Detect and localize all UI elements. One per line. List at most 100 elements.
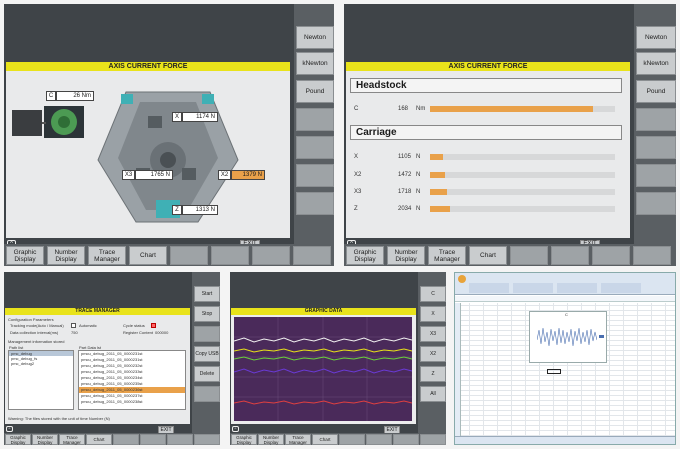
- axis-x2-unit: N: [416, 172, 421, 178]
- bottom-softkey[interactable]: [551, 246, 589, 265]
- selected-cell[interactable]: [547, 369, 561, 374]
- newton-button[interactable]: Newton: [296, 26, 334, 49]
- axis-x2-key: X2: [218, 170, 231, 180]
- path-list[interactable]: pmc_debug pmc_debug_fs pmc_debug2: [8, 350, 74, 410]
- bottom-softkey[interactable]: [167, 434, 193, 445]
- bottom-softkey[interactable]: [252, 246, 290, 265]
- force-trace-chart: [234, 317, 412, 421]
- axis-c-button[interactable]: C: [420, 286, 446, 302]
- axis-z-value: 1313 N: [182, 205, 218, 215]
- bottom-softkey[interactable]: [140, 434, 166, 445]
- list-item[interactable]: pmcu_debug_2011_05_0000238st: [79, 399, 185, 405]
- ribbon-group: [557, 283, 597, 293]
- number-display-button[interactable]: Number Display: [258, 434, 284, 445]
- list-item[interactable]: pmc_debug2: [9, 361, 73, 366]
- bottom-softkey[interactable]: [194, 434, 220, 445]
- side-softkey[interactable]: [636, 108, 676, 131]
- bottom-softkey[interactable]: [420, 434, 446, 445]
- axis-x2-button[interactable]: X2: [420, 346, 446, 362]
- axis-c-unit: Nm: [416, 106, 426, 112]
- side-softkey[interactable]: [636, 164, 676, 187]
- panel-number-display: AXIS CURRENT FORCE Headstock C 168 Nm Ca…: [344, 4, 676, 266]
- side-softkey[interactable]: [194, 326, 220, 342]
- knewton-button[interactable]: kNewton: [296, 52, 334, 75]
- bottom-softkey[interactable]: [339, 434, 365, 445]
- graphic-display-button[interactable]: Graphic Display: [231, 434, 257, 445]
- axis-z-unit: N: [416, 206, 421, 212]
- axis-z-bar-fill: [430, 206, 451, 212]
- number-display-button[interactable]: Number Display: [387, 246, 425, 265]
- axis-x2-value: 1472: [398, 172, 412, 178]
- number-display-button[interactable]: Number Display: [32, 434, 58, 445]
- home-icon[interactable]: ^: [6, 426, 13, 432]
- bottom-softkey[interactable]: [510, 246, 548, 265]
- axis-x-bar-fill: [430, 154, 443, 160]
- bottom-softkey[interactable]: [293, 246, 331, 265]
- register-content-value: 000000: [155, 330, 169, 335]
- axis-z-label: Z: [354, 206, 358, 212]
- graphic-display-button[interactable]: Graphic Display: [6, 246, 44, 265]
- pound-button[interactable]: Pound: [296, 80, 334, 103]
- graphic-display-button[interactable]: Graphic Display: [5, 434, 31, 445]
- trace-manager-button[interactable]: Trace Manager: [428, 246, 466, 265]
- screen-title: GRAPHIC DATA: [231, 308, 416, 315]
- bottom-softkey[interactable]: [633, 246, 671, 265]
- all-axes-button[interactable]: All: [420, 386, 446, 402]
- axis-x3-bar-fill: [430, 189, 447, 195]
- trace-manager-button[interactable]: Trace Manager: [285, 434, 311, 445]
- automatic-checkbox[interactable]: [71, 323, 76, 328]
- chart-button[interactable]: Chart: [129, 246, 167, 265]
- pound-button[interactable]: Pound: [636, 80, 676, 103]
- axis-x2-bar: [430, 172, 615, 178]
- embedded-chart-plot: [537, 327, 597, 347]
- side-softkey[interactable]: [296, 164, 334, 187]
- config-title: Configuration Parameters: [8, 317, 54, 322]
- axis-x3-value: 1765 N: [135, 170, 173, 180]
- home-icon[interactable]: ^: [232, 426, 239, 432]
- graphic-display-button[interactable]: Graphic Display: [346, 246, 384, 265]
- row-headers: [455, 303, 461, 436]
- axis-c-label: C: [354, 106, 359, 112]
- delete-button[interactable]: Delete: [194, 366, 220, 382]
- start-button[interactable]: Start: [194, 286, 220, 302]
- screen-title: AXIS CURRENT FORCE: [346, 62, 630, 71]
- knewton-button[interactable]: kNewton: [636, 52, 676, 75]
- chart-button[interactable]: Chart: [312, 434, 338, 445]
- bottom-softkey[interactable]: [592, 246, 630, 265]
- number-display-button[interactable]: Number Display: [47, 246, 85, 265]
- side-softkey[interactable]: [296, 108, 334, 131]
- axis-x3-unit: N: [416, 189, 421, 195]
- office-button-icon[interactable]: [458, 275, 466, 283]
- stop-button[interactable]: Stop: [194, 306, 220, 322]
- data-list[interactable]: pmcu_debug_2011_05_0000231st pmcu_debug_…: [78, 350, 186, 410]
- formula-bar[interactable]: [455, 296, 675, 302]
- axis-x2-value: 1379 N: [231, 170, 265, 180]
- axis-z-button[interactable]: Z: [420, 366, 446, 382]
- embedded-chart-title: C: [565, 312, 568, 317]
- bottom-softkey[interactable]: [211, 246, 249, 265]
- bottom-softkey[interactable]: [170, 246, 208, 265]
- ribbon-group: [469, 283, 509, 293]
- screen-title: AXIS CURRENT FORCE: [6, 62, 290, 71]
- chart-button[interactable]: Chart: [469, 246, 507, 265]
- interval-value: 750: [71, 330, 78, 335]
- screen-title: TRACE MANAGER: [5, 308, 190, 315]
- sheet-tabs[interactable]: [455, 436, 675, 444]
- register-content-label: Register Content: [123, 330, 154, 335]
- bottom-softkey[interactable]: [366, 434, 392, 445]
- side-softkey[interactable]: [636, 136, 676, 159]
- trace-manager-button[interactable]: Trace Manager: [59, 434, 85, 445]
- axis-x3-button[interactable]: X3: [420, 326, 446, 342]
- bottom-softkey[interactable]: [113, 434, 139, 445]
- side-softkey[interactable]: [296, 136, 334, 159]
- axis-z-value: 2034: [398, 206, 412, 212]
- chart-button[interactable]: Chart: [86, 434, 112, 445]
- side-softkey[interactable]: [296, 192, 334, 215]
- copy-usb-button[interactable]: Copy USB: [194, 346, 220, 362]
- side-softkey[interactable]: [636, 192, 676, 215]
- bottom-softkey[interactable]: [393, 434, 419, 445]
- axis-x-button[interactable]: X: [420, 306, 446, 322]
- newton-button[interactable]: Newton: [636, 26, 676, 49]
- side-softkey[interactable]: [194, 386, 220, 402]
- trace-manager-button[interactable]: Trace Manager: [88, 246, 126, 265]
